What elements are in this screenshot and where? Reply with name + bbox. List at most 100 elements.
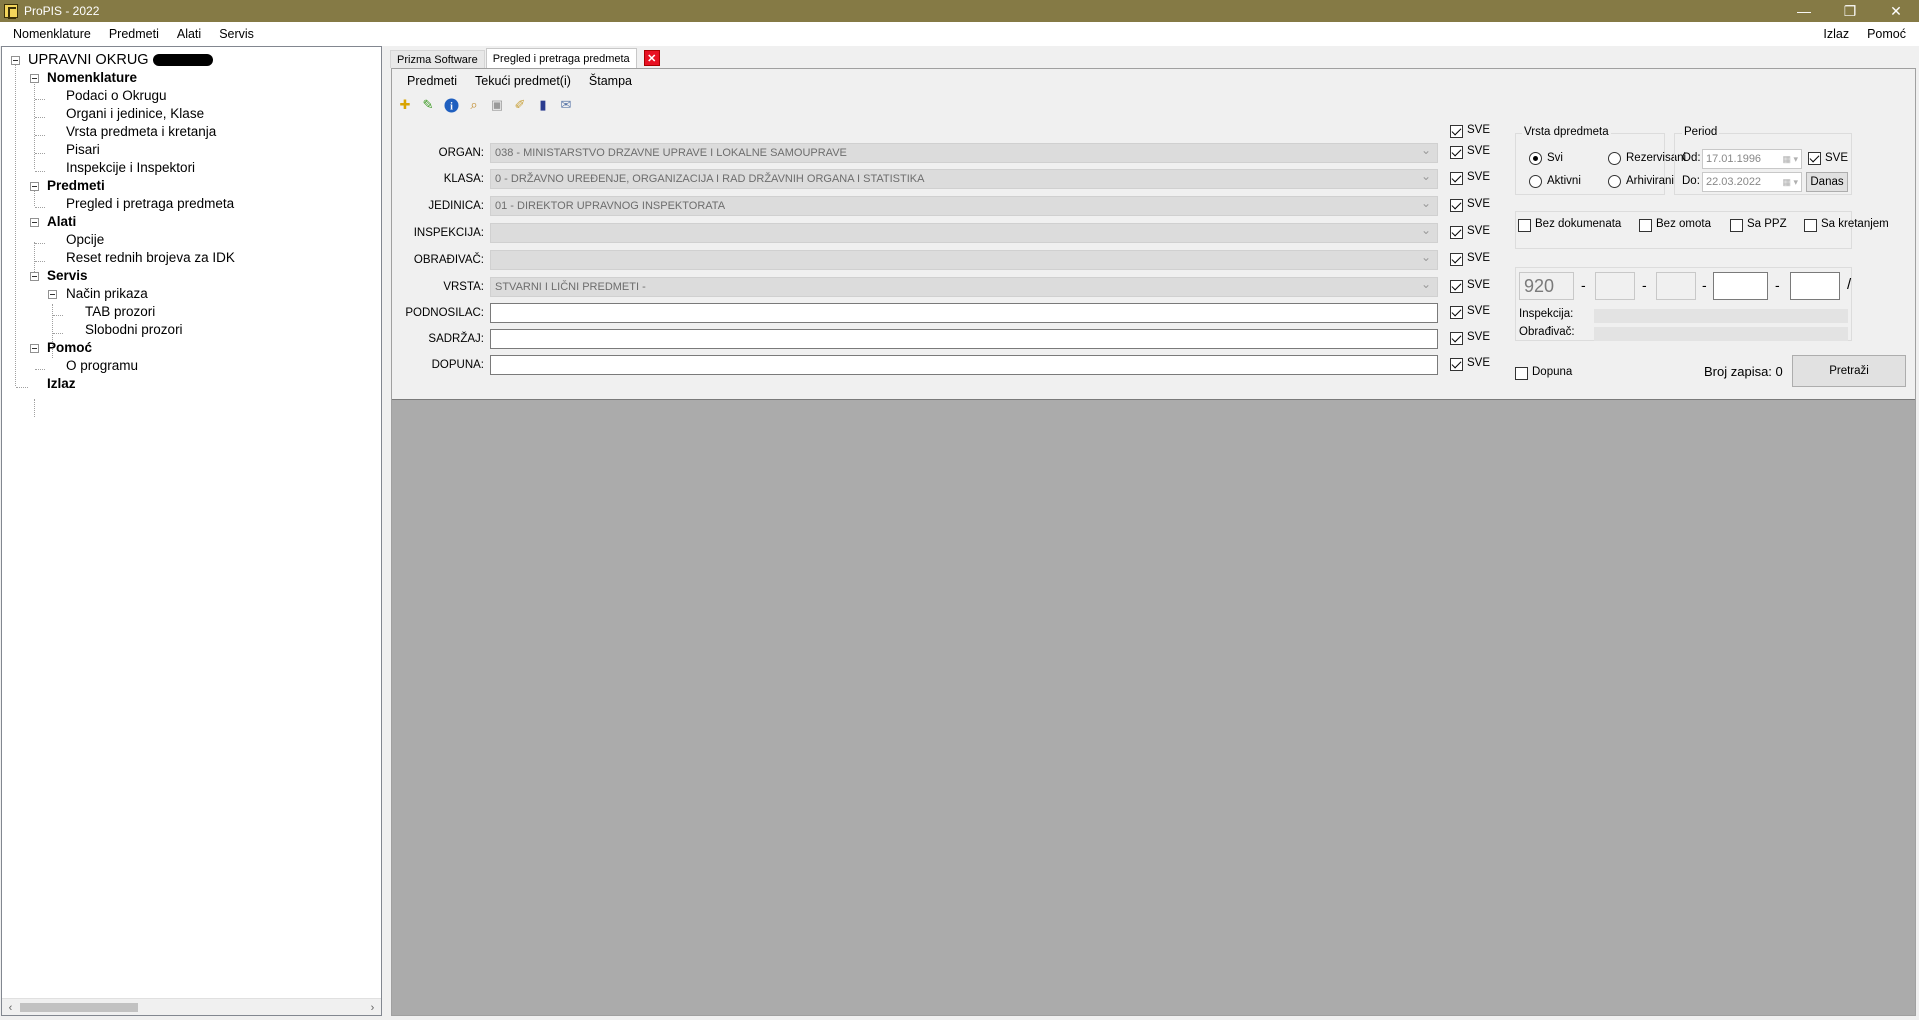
tree-item-opcije[interactable]: Opcije — [66, 231, 104, 249]
tree-item-pisari[interactable]: Pisari — [66, 141, 100, 159]
vrsta-sve-checkbox[interactable] — [1450, 280, 1463, 293]
search-docs-icon[interactable]: ⌕ — [465, 96, 483, 114]
tree-servis[interactable]: Servis — [47, 267, 88, 285]
tree-item-tab-prozori[interactable]: TAB prozori — [85, 303, 155, 321]
scroll-left-icon[interactable]: ‹ — [2, 999, 19, 1016]
edit-icon[interactable]: ✎ — [419, 96, 437, 114]
main-panel: Predmeti Tekući predmet(i) Štampa ✚ ✎ i … — [391, 68, 1916, 1016]
minimize-button[interactable]: — — [1781, 0, 1827, 22]
scroll-right-icon[interactable]: › — [364, 999, 381, 1016]
tree-item-slobodni-prozori[interactable]: Slobodni prozori — [85, 321, 183, 339]
close-tab-icon[interactable]: ✕ — [643, 50, 660, 66]
podnosilac-sve-checkbox[interactable] — [1450, 306, 1463, 319]
menu-predmeti[interactable]: Predmeti — [100, 22, 168, 46]
tab-prizma-software[interactable]: Prizma Software — [390, 50, 485, 68]
inspekcija-select[interactable] — [490, 223, 1438, 243]
podnosilac-input[interactable] — [490, 303, 1438, 323]
tree-item-inspekcije[interactable]: Inspekcije i Inspektori — [66, 159, 195, 177]
bez-omota-checkbox[interactable] — [1639, 219, 1652, 232]
add-icon[interactable]: ✚ — [396, 96, 414, 114]
restore-button[interactable]: ❐ — [1827, 0, 1873, 22]
sadrzaj-input[interactable] — [490, 329, 1438, 349]
menu-alati[interactable]: Alati — [168, 22, 210, 46]
inspekcija-sve-checkbox[interactable] — [1450, 226, 1463, 239]
collapse-pomoc-icon[interactable] — [30, 344, 39, 353]
tree-item-podaci[interactable]: Podaci o Okrugu — [66, 87, 167, 105]
results-area[interactable] — [392, 399, 1915, 1015]
scrollbar-thumb[interactable] — [20, 1003, 138, 1012]
jedinica-sve-checkbox[interactable] — [1450, 199, 1463, 212]
inspekcija-sve-label: SVE — [1467, 225, 1491, 237]
collapse-root-icon[interactable] — [11, 56, 20, 65]
number-part3-field[interactable] — [1656, 272, 1696, 300]
dopuna-sve-label: SVE — [1467, 357, 1491, 369]
tree-pomoc[interactable]: Pomoć — [47, 339, 92, 357]
panel-menu-predmeti[interactable]: Predmeti — [398, 74, 466, 88]
klasa-select[interactable]: 0 - DRŽAVNO UREĐENJE, ORGANIZACIJA I RAD… — [490, 169, 1438, 189]
menu-izlaz[interactable]: Izlaz — [1814, 22, 1858, 46]
menu-servis[interactable]: Servis — [210, 22, 263, 46]
obradjivac-select[interactable] — [490, 250, 1438, 270]
jedinica-select[interactable]: 01 - DIREKTOR UPRAVNOG INSPEKTORATA — [490, 196, 1438, 216]
number-part2-field[interactable] — [1595, 272, 1635, 300]
obradjivac-sve-checkbox[interactable] — [1450, 253, 1463, 266]
tab-pregled-pretraga[interactable]: Pregled i pretraga predmeta — [485, 48, 637, 68]
collapse-nomenklature-icon[interactable] — [30, 74, 39, 83]
sve-all-checkbox[interactable] — [1450, 125, 1463, 138]
dopuna-option-checkbox[interactable] — [1515, 367, 1528, 380]
navigation-tree: UPRAVNI OKRUG Nomenklature Podaci o Okru… — [1, 46, 382, 1016]
panel-menu-stampa[interactable]: Štampa — [580, 74, 641, 88]
collapse-servis-icon[interactable] — [30, 272, 39, 281]
radio-arhivirani[interactable] — [1608, 175, 1621, 188]
sadrzaj-sve-checkbox[interactable] — [1450, 332, 1463, 345]
number-prefix-field[interactable]: 920 — [1519, 272, 1574, 300]
clean-icon[interactable]: ✐ — [511, 96, 529, 114]
radio-rezervisani[interactable] — [1608, 152, 1621, 165]
sa-kretanjem-checkbox[interactable] — [1804, 219, 1817, 232]
klasa-sve-checkbox[interactable] — [1450, 172, 1463, 185]
book-icon[interactable]: ▮ — [534, 96, 552, 114]
organ-sve-checkbox[interactable] — [1450, 146, 1463, 159]
tree-item-reset[interactable]: Reset rednih brojeva za IDK — [66, 249, 235, 267]
close-window-button[interactable]: ✕ — [1873, 0, 1919, 22]
pretrazi-button[interactable]: Pretraži — [1792, 355, 1906, 387]
menu-pomoc[interactable]: Pomoć — [1858, 22, 1915, 46]
organ-select[interactable]: 038 - MINISTARSTVO DRZAVNE UPRAVE I LOKA… — [490, 143, 1438, 163]
save-icon[interactable]: ▣ — [488, 96, 506, 114]
panel-menu-tekuci[interactable]: Tekući predmet(i) — [466, 74, 580, 88]
klasa-label: KLASA: — [443, 173, 484, 185]
period-sve-checkbox[interactable] — [1808, 152, 1821, 165]
vrsta-select[interactable]: STVARNI I LIČNI PREDMETI - — [490, 277, 1438, 297]
menu-nomenklature[interactable]: Nomenklature — [4, 22, 100, 46]
collapse-nacin-icon[interactable] — [48, 290, 57, 299]
radio-svi[interactable] — [1529, 152, 1542, 165]
tree-predmeti[interactable]: Predmeti — [47, 177, 105, 195]
info-icon[interactable]: i — [442, 96, 460, 114]
number-part4-field[interactable] — [1713, 272, 1768, 300]
tree-izlaz[interactable]: Izlaz — [47, 375, 76, 393]
panel-menu: Predmeti Tekući predmet(i) Štampa — [392, 69, 1915, 93]
tree-item-vrsta[interactable]: Vrsta predmeta i kretanja — [66, 123, 216, 141]
dopuna-input[interactable] — [490, 355, 1438, 375]
sa-ppz-checkbox[interactable] — [1730, 219, 1743, 232]
tree-item-pregled[interactable]: Pregled i pretraga predmeta — [66, 195, 234, 213]
dopuna-sve-checkbox[interactable] — [1450, 358, 1463, 371]
tree-nomenklature[interactable]: Nomenklature — [47, 69, 137, 87]
tree-alati[interactable]: Alati — [47, 213, 76, 231]
tree-root[interactable]: UPRAVNI OKRUG — [28, 51, 213, 69]
tree-item-organi[interactable]: Organi i jedinice, Klase — [66, 105, 204, 123]
comment-icon[interactable]: ✉ — [557, 96, 575, 114]
do-date-picker[interactable]: 22.03.2022 — [1702, 172, 1802, 192]
tree-item-o-programu[interactable]: O programu — [66, 357, 138, 375]
number-part5-field[interactable] — [1790, 272, 1840, 300]
radio-aktivni[interactable] — [1529, 175, 1542, 188]
horizontal-scrollbar[interactable]: ‹ › — [2, 998, 381, 1015]
collapse-alati-icon[interactable] — [30, 218, 39, 227]
bez-dokumenata-checkbox[interactable] — [1518, 219, 1531, 232]
collapse-predmeti-icon[interactable] — [30, 182, 39, 191]
od-date-picker[interactable]: 17.01.1996 — [1702, 149, 1802, 169]
tree-item-nacin[interactable]: Način prikaza — [66, 285, 148, 303]
podnosilac-label: PODNOSILAC: — [405, 307, 484, 319]
danas-button[interactable]: Danas — [1806, 172, 1848, 192]
title-bar: ProPIS - 2022 — ❐ ✕ — [0, 0, 1919, 22]
